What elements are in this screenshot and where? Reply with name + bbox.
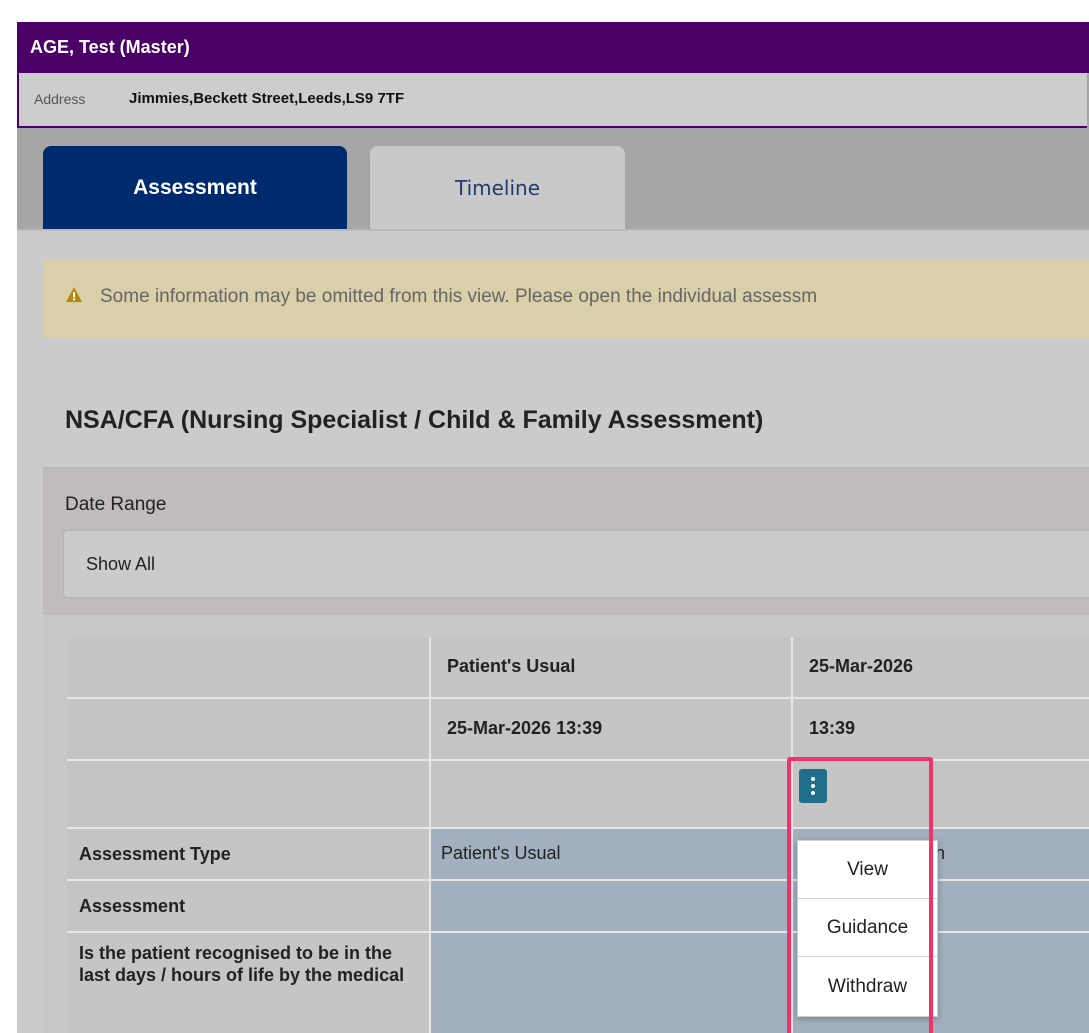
table-row-label: Assessment Type xyxy=(67,829,429,879)
table-row-label: Is the patient recognised to be in the l… xyxy=(67,933,429,1033)
kebab-dot xyxy=(811,784,815,788)
grid-header-cell xyxy=(67,699,429,759)
grid-header-cell: 25-Mar-2026 13:39 xyxy=(431,699,791,759)
grid-actions-cell xyxy=(67,761,429,827)
warning-text: Some information may be omitted from thi… xyxy=(100,286,818,307)
row-label: Assessment xyxy=(79,896,186,916)
column-title: 25-Mar-2026 xyxy=(809,656,914,676)
warning-banner: Some information may be omitted from thi… xyxy=(43,260,1089,338)
date-range-filter: Date Range Show All xyxy=(43,468,1089,615)
actions-menu: View Guidance Withdraw xyxy=(797,840,938,1017)
patient-name: AGE, Test (Master) xyxy=(30,37,190,57)
date-range-select[interactable]: Show All xyxy=(63,530,1089,598)
column-datetime: 13:39 xyxy=(809,718,856,738)
grid-actions-cell xyxy=(431,761,791,827)
date-range-label: Date Range xyxy=(65,494,167,515)
warning-triangle-icon xyxy=(66,287,82,302)
address-bar: Address Jimmies,Beckett Street,Leeds,LS9… xyxy=(17,73,1087,128)
menu-item-view[interactable]: View xyxy=(798,841,937,899)
column-title: Patient's Usual xyxy=(447,656,576,676)
table-cell xyxy=(431,933,791,1033)
card-title: NSA/CFA (Nursing Specialist / Child & Fa… xyxy=(65,406,764,434)
row-label: Assessment Type xyxy=(79,844,231,864)
patient-banner: AGE, Test (Master) xyxy=(17,22,1089,73)
grid-header-cell: 25-Mar-2026 xyxy=(793,637,1089,697)
grid-header-cell xyxy=(67,637,429,697)
date-range-value: Show All xyxy=(86,554,156,574)
address-label: Address xyxy=(34,91,86,107)
kebab-dot xyxy=(811,791,815,795)
address-value: Jimmies,Beckett Street,Leeds,LS9 7TF xyxy=(129,90,405,107)
menu-item-guidance[interactable]: Guidance xyxy=(798,899,937,957)
kebab-dot xyxy=(811,777,815,781)
table-row-label: Assessment xyxy=(67,881,429,931)
grid-actions-cell xyxy=(793,761,1089,827)
card-header: NSA/CFA (Nursing Specialist / Child & Fa… xyxy=(43,367,1089,468)
row-label: Is the patient recognised to be in the l… xyxy=(79,943,405,985)
app-frame: AGE, Test (Master) Address Jimmies,Becke… xyxy=(17,22,1089,1033)
grid-header-cell: Patient's Usual xyxy=(431,637,791,697)
table-cell: Patient's Usual xyxy=(431,829,791,879)
column-datetime: 25-Mar-2026 13:39 xyxy=(447,718,603,738)
table-cell xyxy=(431,881,791,931)
more-actions-button[interactable] xyxy=(799,769,827,803)
menu-item-withdraw[interactable]: Withdraw xyxy=(798,957,937,1016)
grid-header-cell: 13:39 xyxy=(793,699,1089,759)
tab-assessment[interactable]: Assessment xyxy=(43,146,347,230)
cell-value: Patient's Usual xyxy=(441,843,561,863)
tab-timeline[interactable]: Timeline xyxy=(370,146,625,230)
